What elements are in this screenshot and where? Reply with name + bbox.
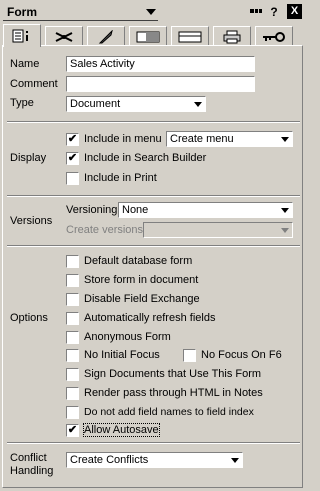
- conflict-section-label-line1: Conflict: [10, 452, 47, 464]
- include-in-print-checkbox[interactable]: [66, 172, 79, 185]
- divider: [7, 195, 300, 197]
- chevron-down-icon: [281, 137, 289, 142]
- include-in-search-checkbox[interactable]: ✔: [66, 152, 79, 165]
- create-versions-dropdown[interactable]: [143, 222, 293, 238]
- printer-icon: [223, 30, 241, 43]
- element-type-value: Form: [7, 5, 37, 19]
- element-type-dropdown[interactable]: Form: [3, 4, 158, 21]
- properties-titlebar: Form ? X: [0, 0, 305, 24]
- tab-info[interactable]: [3, 24, 41, 47]
- propeller-icon: [55, 31, 73, 42]
- info-icon: [12, 29, 28, 43]
- no-initial-focus-label: No Initial Focus: [84, 349, 160, 361]
- tab-launch[interactable]: [87, 26, 125, 46]
- versioning-label: Versioning: [66, 204, 118, 216]
- disable-field-exchange-checkbox[interactable]: [66, 293, 79, 306]
- anonymous-form-checkbox[interactable]: [66, 331, 79, 344]
- default-database-form-label: Default database form: [84, 255, 193, 267]
- sign-documents-checkbox[interactable]: [66, 368, 79, 381]
- auto-refresh-fields-checkbox[interactable]: [66, 312, 79, 325]
- render-passthrough-html-checkbox[interactable]: [66, 387, 79, 400]
- include-in-menu-checkbox[interactable]: ✔: [66, 133, 79, 146]
- divider: [7, 442, 300, 444]
- type-dropdown-value: Document: [70, 98, 121, 110]
- anonymous-form-label: Anonymous Form: [84, 331, 171, 343]
- rocket-icon: [98, 29, 113, 43]
- no-focus-f6-checkbox[interactable]: [183, 349, 196, 362]
- tab-header[interactable]: [171, 26, 209, 46]
- help-icon[interactable]: ?: [266, 5, 282, 19]
- tab-print[interactable]: [213, 26, 251, 46]
- include-in-menu-label: Include in menu: [84, 133, 162, 145]
- no-focus-f6-label: No Focus On F6: [201, 349, 282, 361]
- comment-label: Comment: [10, 78, 58, 90]
- background-icon: [136, 31, 160, 42]
- display-section-label: Display: [10, 152, 47, 164]
- disable-field-exchange-label: Disable Field Exchange: [84, 293, 200, 305]
- restore-icon[interactable]: [248, 5, 264, 19]
- chevron-down-icon: [281, 208, 289, 213]
- chevron-down-icon: [281, 228, 289, 233]
- store-form-in-document-checkbox[interactable]: [66, 274, 79, 287]
- conflict-section-label-line2: Handling: [10, 465, 54, 477]
- name-label: Name: [10, 58, 40, 70]
- tab-defaults[interactable]: [45, 26, 83, 46]
- no-initial-focus-checkbox[interactable]: [66, 349, 79, 362]
- tab-security[interactable]: [255, 26, 293, 46]
- create-versions-label: Create versions: [66, 224, 144, 236]
- close-icon[interactable]: X: [287, 4, 302, 19]
- tab-background[interactable]: [129, 26, 167, 46]
- no-field-index-label: Do not add field names to field index: [84, 406, 254, 418]
- versioning-value: None: [122, 204, 149, 216]
- allow-autosave-checkbox[interactable]: ✔: [66, 424, 79, 437]
- divider: [7, 121, 300, 123]
- properties-tabs: [0, 24, 305, 47]
- header-icon: [178, 31, 202, 42]
- no-field-index-checkbox[interactable]: [66, 406, 79, 419]
- versioning-dropdown[interactable]: None: [118, 202, 293, 218]
- menu-type-dropdown[interactable]: Create menu: [166, 131, 293, 147]
- options-section-label: Options: [10, 312, 48, 324]
- chevron-down-icon: [194, 102, 202, 107]
- conflict-handling-value: Create Conflicts: [70, 454, 149, 466]
- type-dropdown[interactable]: Document: [66, 96, 206, 112]
- include-in-search-label: Include in Search Builder: [84, 152, 207, 164]
- key-icon: [263, 31, 285, 42]
- auto-refresh-fields-label: Automatically refresh fields: [84, 312, 216, 324]
- default-database-form-checkbox[interactable]: [66, 255, 79, 268]
- allow-autosave-label: Allow Autosave: [83, 423, 160, 437]
- comment-field[interactable]: [66, 76, 255, 92]
- type-label: Type: [10, 97, 34, 109]
- store-form-in-document-label: Store form in document: [84, 274, 199, 286]
- divider: [7, 245, 300, 247]
- chevron-down-icon: [231, 458, 239, 463]
- properties-panel: Name Sales Activity Comment Type Documen…: [2, 45, 303, 488]
- include-in-print-label: Include in Print: [84, 172, 157, 184]
- render-passthrough-html-label: Render pass through HTML in Notes: [84, 387, 263, 399]
- name-field[interactable]: Sales Activity: [66, 56, 255, 72]
- menu-type-value: Create menu: [170, 133, 234, 145]
- sign-documents-label: Sign Documents that Use This Form: [84, 368, 262, 380]
- conflict-handling-dropdown[interactable]: Create Conflicts: [66, 452, 243, 468]
- chevron-down-icon: [146, 9, 156, 15]
- versions-section-label: Versions: [10, 215, 53, 227]
